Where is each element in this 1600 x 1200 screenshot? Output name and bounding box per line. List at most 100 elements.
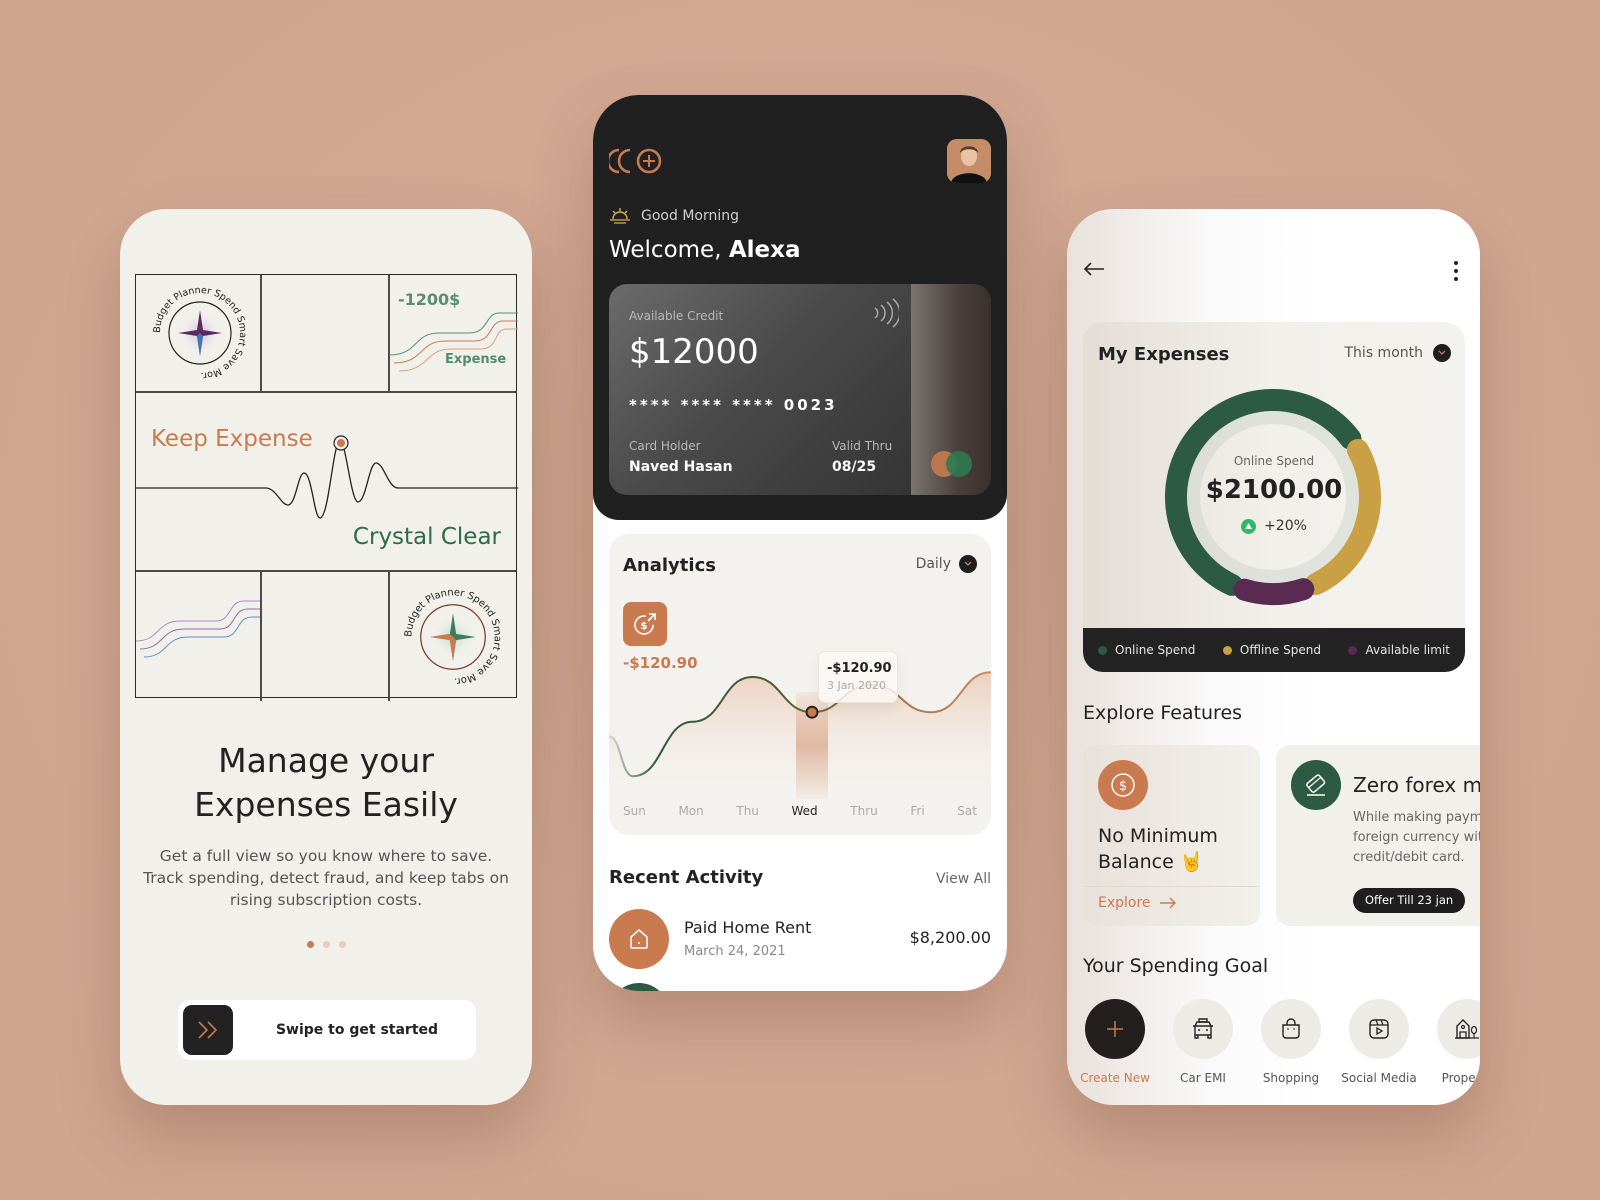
period-dropdown[interactable]: Daily [916, 555, 977, 573]
compass-star-badge-icon: Budget Planner Spend Smart Save Mor. [403, 587, 502, 686]
goal-car-emi[interactable]: Car EMI [1173, 999, 1233, 1085]
spending-goals-list: Create New Car EMI Shopping Social Media… [1080, 999, 1480, 1085]
analytics-amount: -$120.90 [623, 654, 698, 672]
back-arrow-icon[interactable] [1083, 261, 1105, 277]
card-network-logo-icon [931, 451, 972, 477]
title-line-2: Expenses Easily [194, 785, 458, 824]
swipe-handle[interactable] [183, 1005, 233, 1055]
dollar-coin-icon: $ [1098, 760, 1148, 810]
pager-dots[interactable] [120, 941, 532, 948]
x-tick-label[interactable]: Sat [957, 804, 977, 818]
available-credit-label: Available Credit [629, 309, 724, 323]
period-label: Daily [915, 556, 951, 572]
donut-segment-available-limit[interactable] [1233, 578, 1315, 605]
welcome-prefix: Welcome, [609, 237, 729, 263]
x-tick-label[interactable]: Sun [623, 804, 646, 818]
legend-item: Online Spend [1098, 643, 1195, 657]
offer-badge: Offer Till 23 jan [1353, 888, 1466, 913]
trend-up-icon [1241, 518, 1257, 534]
legend-label: Available limit [1365, 643, 1450, 657]
more-options-icon[interactable] [1454, 261, 1458, 281]
highlight-point[interactable] [805, 705, 819, 719]
explore-link-label: Explore [1098, 895, 1151, 911]
pager-dot-active[interactable] [306, 941, 314, 948]
x-tick-label[interactable]: Mon [678, 804, 703, 818]
legend-swatch [1348, 645, 1358, 655]
video-play-icon [1349, 999, 1409, 1059]
change-indicator: +20% [1083, 518, 1465, 534]
car-icon [1173, 999, 1233, 1059]
feature-card-no-minimum-balance[interactable]: $ No Minimum Balance 🤘 Explore [1083, 745, 1260, 926]
period-dropdown[interactable]: This month [1344, 344, 1451, 362]
goal-create-new[interactable]: Create New [1080, 999, 1150, 1085]
double-chevron-right-icon [198, 1021, 218, 1039]
valid-thru-label: Valid Thru [832, 439, 893, 453]
legend-item: Available limit [1348, 643, 1450, 657]
goal-label: Create New [1080, 1071, 1150, 1085]
legend-swatch [1098, 645, 1107, 655]
shopping-bag-icon [1261, 999, 1321, 1059]
illustration-grid: Budget Planner Spend Smart Save Mor. -12… [135, 274, 518, 701]
wave-lines-decoration [136, 600, 260, 658]
feature-title: No Minimum Balance 🤘 [1098, 823, 1218, 875]
chevron-down-icon [959, 555, 977, 573]
activity-name: Paid Home Rent [684, 918, 812, 937]
donut-center-amount: $2100.00 [1205, 475, 1343, 505]
x-tick-label[interactable]: Wed [792, 804, 818, 818]
swipe-to-start-slider[interactable]: Swipe to get started [178, 1000, 476, 1060]
card-tilted-icon [1291, 760, 1341, 810]
change-value: +20% [1264, 518, 1307, 534]
card-number: **** **** **** 0023 [629, 396, 838, 414]
activity-amount: $8,200.00 [909, 928, 991, 947]
goal-shopping[interactable]: Shopping [1261, 999, 1321, 1085]
legend-swatch [1222, 645, 1232, 655]
feature-description-line: foreign currency with [1353, 830, 1480, 845]
dashboard-header: Good Morning Welcome, Alexa Available Cr… [593, 95, 1007, 520]
goal-social-media[interactable]: Social Media [1341, 999, 1417, 1085]
goal-property[interactable]: Property [1437, 999, 1480, 1085]
dashboard-screen: Good Morning Welcome, Alexa Available Cr… [593, 95, 1007, 991]
donut-center-label: Online Spend [1233, 454, 1315, 468]
feature-title-line-2: Balance 🤘 [1098, 851, 1204, 873]
arrow-right-icon [1159, 897, 1176, 909]
x-tick-label[interactable]: Thru [850, 804, 877, 818]
onboarding-description: Get a full view so you know where to sav… [143, 847, 509, 909]
my-expenses-card: My Expenses This month Online Spend $210… [1083, 322, 1465, 672]
pager-dot[interactable] [322, 941, 330, 948]
sunrise-icon [610, 208, 630, 224]
house-tree-icon [1437, 999, 1480, 1059]
expense-tag: Expense [445, 352, 507, 367]
activity-item-icon-partial [609, 983, 669, 991]
feature-card-zero-forex[interactable]: Zero forex markup While making payments … [1276, 745, 1480, 926]
feature-description-line: While making payments in [1353, 810, 1480, 825]
valid-thru-value: 08/25 [832, 459, 877, 475]
pager-dot[interactable] [338, 941, 346, 948]
plus-icon [1085, 999, 1145, 1059]
chevron-down-icon [1433, 344, 1451, 362]
legend-label: Online Spend [1115, 643, 1196, 657]
x-tick-label[interactable]: Thu [736, 804, 759, 818]
swipe-label: Swipe to get started [275, 1022, 439, 1038]
x-tick-label[interactable]: Fri [910, 804, 924, 818]
user-avatar[interactable] [947, 139, 991, 183]
credit-card[interactable]: Available Credit $12000 **** **** **** 0… [609, 284, 991, 495]
donut-legend: Online Spend Offline Spend Available limit [1083, 628, 1465, 672]
spending-goal-title: Your Spending Goal [1083, 955, 1269, 977]
svg-text:$: $ [1119, 779, 1127, 794]
legend-label: Offline Spend [1239, 643, 1321, 657]
activity-item[interactable]: Paid Home Rent March 24, 2021 $8,200.00 [609, 909, 991, 969]
title-line-1: Manage your [218, 741, 434, 780]
period-label: This month [1344, 345, 1424, 361]
svg-text:$: $ [641, 621, 648, 632]
card-holder-name: Naved Hasan [629, 459, 733, 475]
feature-title-line-1: No Minimum [1098, 825, 1218, 847]
explore-link[interactable]: Explore [1098, 895, 1177, 911]
greeting-text: Good Morning [641, 208, 739, 224]
view-all-link[interactable]: View All [936, 871, 991, 887]
feature-description-line: credit/debit card. [1353, 850, 1465, 865]
my-expenses-title: My Expenses [1098, 344, 1230, 365]
tooltip-amount: -$120.90 [827, 661, 892, 676]
analytics-line-chart [609, 671, 991, 799]
legend-item: Offline Spend [1222, 643, 1321, 657]
activity-date: March 24, 2021 [684, 944, 786, 959]
